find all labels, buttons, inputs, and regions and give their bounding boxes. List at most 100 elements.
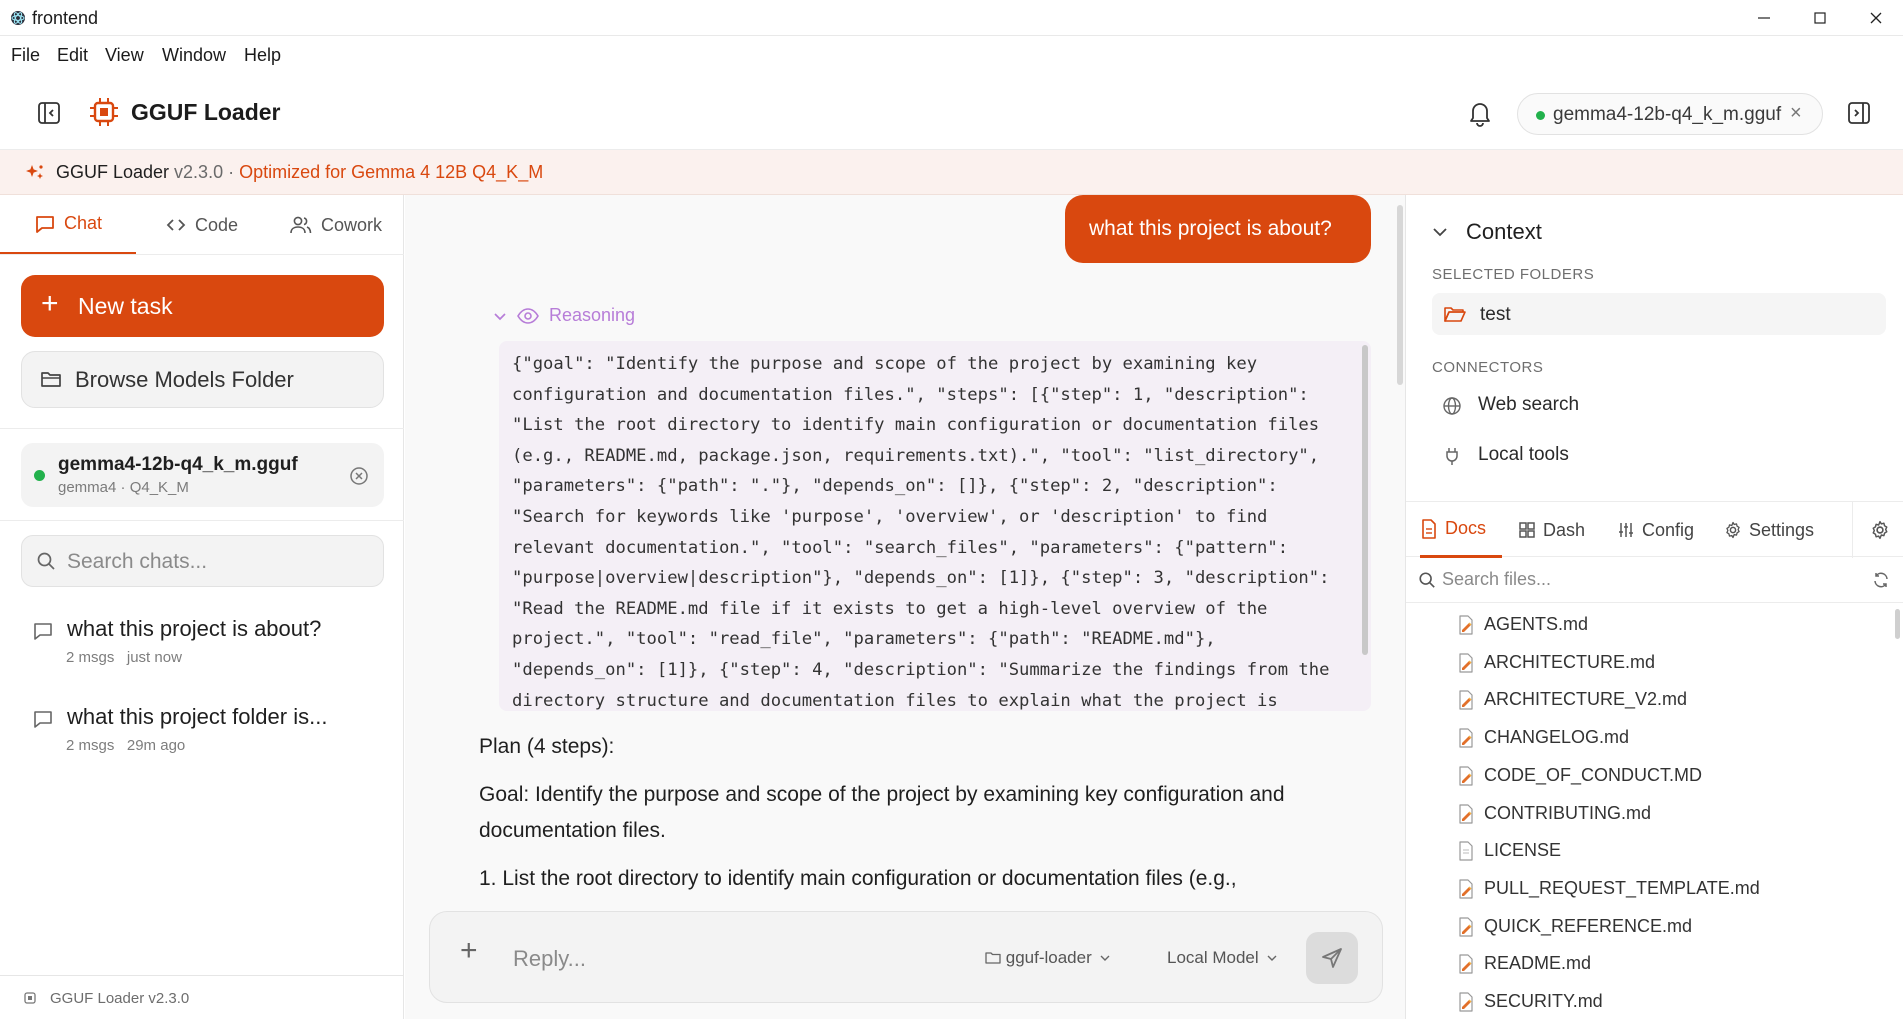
tab-config-label: Config xyxy=(1642,519,1695,540)
footer-version: GGUF Loader v2.3.0 xyxy=(50,990,190,1007)
eye-icon xyxy=(517,307,539,324)
markdown-file-icon xyxy=(1459,690,1473,710)
loaded-model-card[interactable]: gemma4-12b-q4_k_m.gguf gemma4 · Q4_K_M xyxy=(21,443,384,507)
search-files-input[interactable]: Search files... xyxy=(1406,557,1903,603)
markdown-file-icon xyxy=(1459,916,1473,937)
banner-optimized: Optimized for Gemma 4 12B Q4_K_M xyxy=(239,162,544,182)
chat-meta: 2 msgs just now xyxy=(66,649,182,666)
search-icon xyxy=(37,552,55,570)
new-task-button[interactable]: + New task xyxy=(21,275,384,337)
close-window-button[interactable] xyxy=(1848,0,1903,36)
file-list-scrollbar[interactable] xyxy=(1895,609,1900,639)
conversation-scrollbar[interactable] xyxy=(1397,205,1403,385)
reasoning-label: Reasoning xyxy=(549,305,636,325)
loaded-model-name: gemma4-12b-q4_k_m.gguf xyxy=(58,454,298,475)
tab-code[interactable]: Code xyxy=(165,195,238,255)
divider xyxy=(0,428,404,429)
app-name: GGUF Loader xyxy=(131,99,281,125)
file-name: CONTRIBUTING.md xyxy=(1484,802,1652,823)
left-sidebar: Chat Code Cowork + New task Browse Model… xyxy=(0,195,404,1019)
markdown-file-icon xyxy=(1459,653,1473,673)
conversation-pane: what this project is about? Reasoning {"… xyxy=(405,195,1405,1019)
markdown-file-icon xyxy=(1459,954,1473,974)
menu-window[interactable]: Window xyxy=(162,45,226,66)
unload-model-button[interactable]: × xyxy=(1790,102,1802,125)
plan-goal-line-2: documentation files. xyxy=(479,819,666,842)
minimize-button[interactable] xyxy=(1736,0,1792,36)
sparkle-icon xyxy=(26,165,43,179)
browse-models-button[interactable]: Browse Models Folder xyxy=(21,351,384,408)
menu-help[interactable]: Help xyxy=(244,45,281,66)
plug-icon xyxy=(1446,448,1458,465)
title-bar: frontend xyxy=(0,0,1903,36)
chat-time: just now xyxy=(126,649,182,666)
menu-edit[interactable]: Edit xyxy=(57,45,88,66)
tab-settings[interactable]: Settings xyxy=(1724,502,1814,558)
app-header: GGUF Loader gemma4-12b-q4_k_m.gguf × xyxy=(0,74,1903,150)
reasoning-scrollbar[interactable] xyxy=(1362,345,1368,655)
tab-dash-label: Dash xyxy=(1543,519,1586,540)
collapse-context-button[interactable] xyxy=(1432,225,1448,239)
send-button[interactable] xyxy=(1306,932,1358,984)
file-name: CHANGELOG.md xyxy=(1484,727,1630,748)
markdown-file-icon xyxy=(1459,879,1473,899)
unload-model-icon[interactable] xyxy=(349,466,369,486)
users-icon xyxy=(290,216,312,234)
markdown-file-icon xyxy=(1459,728,1473,748)
maximize-button[interactable] xyxy=(1792,0,1848,36)
file-name: LICENSE xyxy=(1484,840,1562,861)
model-selector-label: Local Model xyxy=(1167,948,1259,967)
send-icon xyxy=(1322,948,1342,968)
tab-cowork[interactable]: Cowork xyxy=(289,195,382,255)
tab-settings-label: Settings xyxy=(1749,519,1815,540)
banner-version: v2.3.0 · xyxy=(169,162,240,182)
file-icon xyxy=(1459,841,1473,861)
tab-docs-label: Docs xyxy=(1445,518,1487,538)
file-name: QUICK_REFERENCE.md xyxy=(1484,915,1693,936)
toggle-sidebar-button[interactable] xyxy=(36,100,62,126)
divider xyxy=(0,520,404,521)
new-task-label: New task xyxy=(78,293,173,319)
chat-meta: 2 msgs 29m ago xyxy=(66,737,185,754)
chat-bubble-icon xyxy=(34,711,52,728)
sidebar-right-icon xyxy=(1848,102,1870,124)
model-status-dot xyxy=(1536,111,1545,120)
markdown-file-icon xyxy=(1459,803,1473,824)
file-name: AGENTS.md xyxy=(1484,614,1589,634)
search-icon xyxy=(1419,572,1435,588)
attach-button[interactable]: + xyxy=(460,934,478,968)
model-status-dot xyxy=(34,470,45,481)
active-model-name: gemma4-12b-q4_k_m.gguf xyxy=(1553,104,1782,125)
connector-label: Web search xyxy=(1478,394,1580,415)
notifications-button[interactable] xyxy=(1467,99,1493,127)
file-name: ARCHITECTURE_V2.md xyxy=(1484,689,1688,710)
model-selector[interactable]: Local Model xyxy=(1167,948,1277,968)
chat-icon xyxy=(36,215,54,233)
file-name: ARCHITECTURE.md xyxy=(1484,651,1656,672)
menu-file[interactable]: File xyxy=(11,45,40,66)
tab-docs[interactable]: Docs xyxy=(1420,502,1502,558)
file-name: SECURITY.md xyxy=(1484,991,1603,1011)
user-message-bubble: what this project is about? xyxy=(1065,195,1371,263)
search-chats-input[interactable]: Search chats... xyxy=(21,535,384,587)
markdown-file-icon xyxy=(1459,992,1473,1012)
toggle-right-panel-button[interactable] xyxy=(1846,100,1872,126)
chat-bubble-icon xyxy=(34,623,52,640)
version-banner: GGUF Loader v2.3.0 · Optimized for Gemma… xyxy=(0,150,1903,195)
refresh-icon[interactable] xyxy=(1872,571,1890,589)
project-selector[interactable]: gguf-loader xyxy=(985,948,1110,968)
reasoning-toggle[interactable]: Reasoning xyxy=(493,305,635,326)
active-model-pill[interactable]: gemma4-12b-q4_k_m.gguf × xyxy=(1517,93,1823,135)
tab-chat[interactable]: Chat xyxy=(0,195,136,255)
panel-settings-button[interactable] xyxy=(1870,520,1890,540)
tab-config[interactable]: Config xyxy=(1617,502,1694,558)
selected-folder-item[interactable]: test xyxy=(1432,293,1886,335)
gear-icon xyxy=(1726,521,1740,539)
composer: + Reply... gguf-loader Local Model xyxy=(429,911,1383,1003)
reply-input[interactable]: Reply... xyxy=(513,946,586,972)
tab-code-label: Code xyxy=(195,214,239,235)
menu-view[interactable]: View xyxy=(105,45,144,66)
chevron-down-icon xyxy=(494,312,506,320)
tab-dash[interactable]: Dash xyxy=(1518,502,1585,558)
right-panel: Context SELECTED FOLDERS test CONNECTORS… xyxy=(1405,195,1903,1019)
